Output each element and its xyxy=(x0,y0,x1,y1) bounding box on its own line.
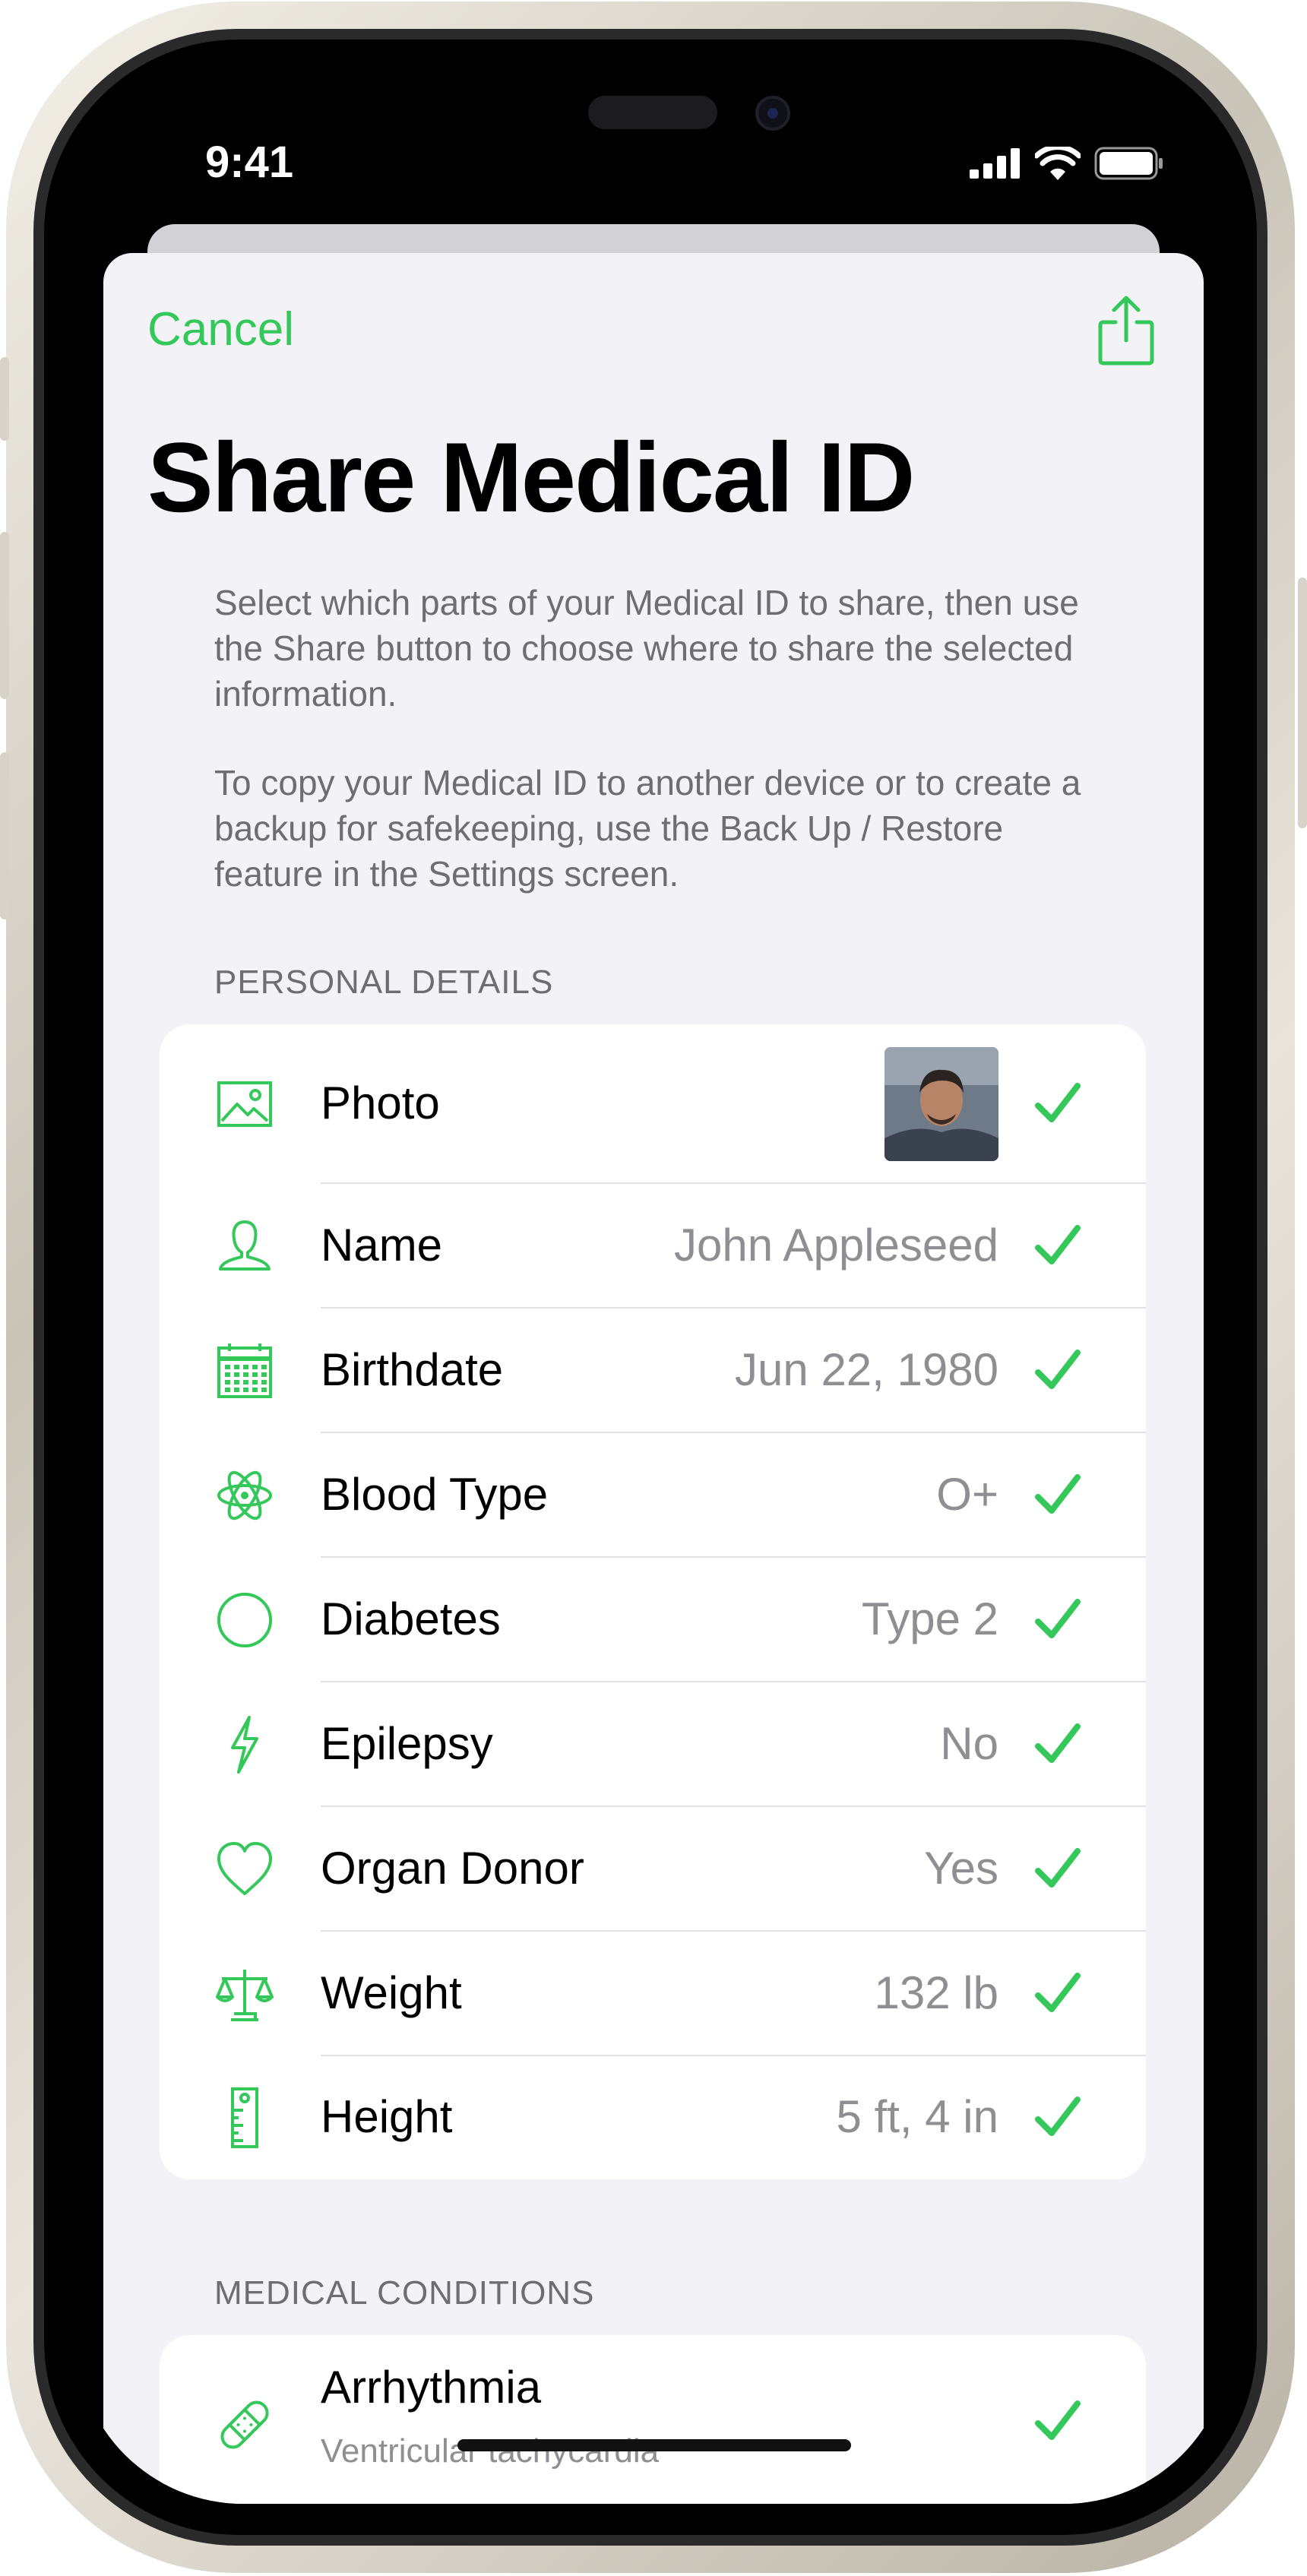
detail-row-photo[interactable]: Photo xyxy=(160,1024,1146,1184)
description-paragraph-2: To copy your Medical ID to another devic… xyxy=(214,763,1081,894)
checkmark-icon[interactable] xyxy=(1033,1471,1082,1520)
detail-value: 132 lb xyxy=(874,1967,998,2018)
page-title: Share Medical ID xyxy=(147,422,915,533)
volume-down-button xyxy=(0,752,9,919)
detail-row-name[interactable]: Name John Appleseed xyxy=(160,1184,1146,1309)
detail-row-height[interactable]: Height 5 ft, 4 in xyxy=(160,2056,1146,2179)
bandage-icon xyxy=(220,2400,269,2449)
share-icon[interactable] xyxy=(1096,295,1157,366)
detail-label: Name xyxy=(321,1220,443,1271)
condition-detail: Ventricular tachycardia xyxy=(321,2432,659,2470)
status-time: 9:41 xyxy=(205,138,294,187)
detail-value: No xyxy=(940,1718,998,1769)
speaker-grille xyxy=(588,96,717,129)
photo-icon xyxy=(217,1081,272,1127)
cancel-button[interactable]: Cancel xyxy=(147,302,294,356)
detail-label: Weight xyxy=(321,1967,462,2018)
battery-icon xyxy=(1094,147,1163,180)
detail-row-blood-type[interactable]: Blood Type O+ xyxy=(160,1433,1146,1558)
checkmark-icon xyxy=(1035,2400,1081,2440)
detail-value: Yes xyxy=(924,1843,998,1894)
checkmark-icon[interactable] xyxy=(1033,1970,1082,2018)
person-icon xyxy=(219,1220,271,1271)
detail-label: Birthdate xyxy=(321,1344,504,1395)
detail-value: Jun 22, 1980 xyxy=(735,1344,998,1395)
section-header-medical-conditions: MEDICAL CONDITIONS xyxy=(214,2274,595,2312)
detail-row-diabetes[interactable]: Diabetes Type 2 xyxy=(160,1558,1146,1682)
scale-icon xyxy=(216,1970,274,2021)
status-icons xyxy=(970,147,1164,180)
checkmark-icon[interactable] xyxy=(1033,1596,1082,1644)
detail-label: Diabetes xyxy=(321,1593,501,1644)
profile-photo-image xyxy=(885,1047,998,1161)
atom-icon xyxy=(217,1470,272,1521)
circle-icon xyxy=(217,1593,272,1647)
heart-icon xyxy=(217,1842,272,1895)
detail-value: 5 ft, 4 in xyxy=(836,2091,998,2142)
condition-row-arrhythmia[interactable]: Arrhythmia Ventricular tachycardia xyxy=(160,2335,1146,2502)
medical-conditions-card: Arrhythmia Ventricular tachycardia xyxy=(160,2335,1146,2504)
calendar-icon xyxy=(217,1343,272,1398)
personal-details-card: Photo Name John Appleseed Birthdate Jun 22,… xyxy=(160,1024,1146,2179)
checkmark-icon[interactable] xyxy=(1033,1347,1082,1395)
detail-row-epilepsy[interactable]: Epilepsy No xyxy=(160,1682,1146,1807)
detail-row-organ-donor[interactable]: Organ Donor Yes xyxy=(160,1807,1146,1932)
volume-up-button xyxy=(0,532,9,699)
mute-switch xyxy=(0,357,9,441)
checkmark-icon[interactable] xyxy=(1033,1080,1082,1128)
detail-value: John Appleseed xyxy=(673,1220,998,1271)
description-paragraph-1: Select which parts of your Medical ID to… xyxy=(214,583,1079,714)
profile-photo xyxy=(885,1047,998,1161)
condition-label: Arrhythmia xyxy=(321,2362,542,2413)
checkmark-icon[interactable] xyxy=(1033,1222,1082,1271)
bolt-icon xyxy=(231,1716,258,1774)
detail-value: Type 2 xyxy=(861,1593,998,1644)
checkmark-icon[interactable] xyxy=(1033,1720,1082,1769)
home-indicator[interactable] xyxy=(457,2439,851,2451)
detail-row-birthdate[interactable]: Birthdate Jun 22, 1980 xyxy=(160,1309,1146,1433)
front-camera xyxy=(755,96,790,131)
detail-value: O+ xyxy=(936,1469,998,1520)
detail-label: Photo xyxy=(321,1078,440,1128)
detail-label: Organ Donor xyxy=(321,1843,584,1894)
screen: 9:41 Cancel Share Medical ID Select whic… xyxy=(76,72,1231,2504)
detail-label: Blood Type xyxy=(321,1469,549,1520)
section-header-personal-details: PERSONAL DETAILS xyxy=(214,964,554,1001)
cellular-signal-icon xyxy=(970,148,1020,179)
detail-row-weight[interactable]: Weight 132 lb xyxy=(160,1932,1146,2056)
share-medical-id-sheet: Cancel Share Medical ID Select which par… xyxy=(103,253,1204,2504)
checkmark-icon[interactable] xyxy=(1033,2093,1082,2142)
detail-label: Epilepsy xyxy=(321,1718,493,1769)
wifi-icon xyxy=(1035,147,1081,180)
checkmark-icon[interactable] xyxy=(1033,1845,1082,1894)
ruler-icon xyxy=(231,2087,258,2148)
side-button xyxy=(1298,578,1307,828)
detail-label: Height xyxy=(321,2091,453,2142)
